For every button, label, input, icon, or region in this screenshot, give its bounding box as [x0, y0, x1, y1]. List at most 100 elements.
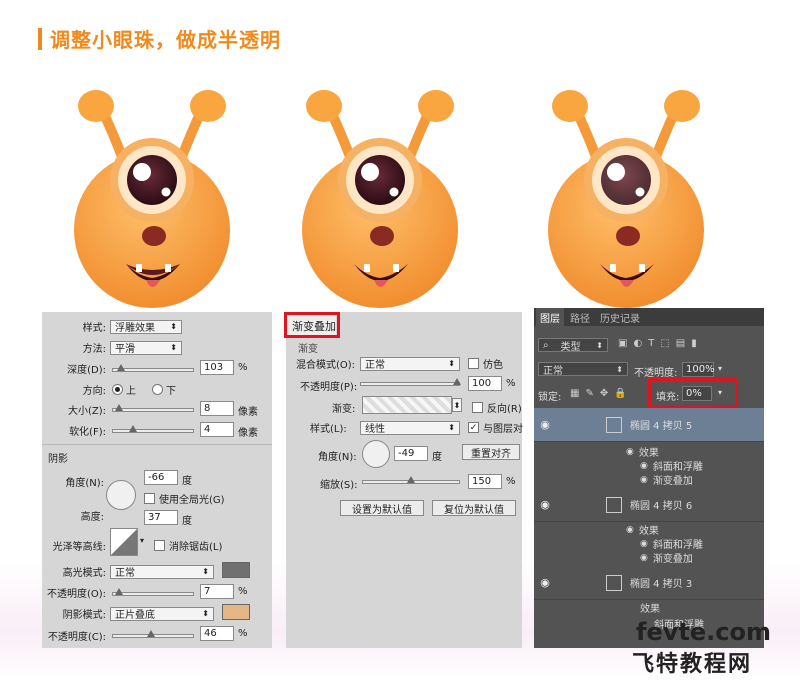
adjustment-filter-icon[interactable]: ◐: [633, 338, 642, 349]
gradient-angle-input[interactable]: -49: [394, 446, 428, 461]
soften-slider[interactable]: [112, 425, 194, 433]
filter-toggle-icon[interactable]: ▮: [691, 338, 697, 349]
direction-label: 方向:: [82, 386, 106, 397]
highlight-mode-label: 高光模式:: [62, 568, 106, 579]
gloss-contour-picker[interactable]: [110, 528, 138, 556]
layer-name: 椭圆 4 拷贝 3: [630, 579, 693, 590]
shadow-mode-select[interactable]: 正片叠底 ⬍: [110, 606, 214, 621]
slider-thumb[interactable]: [147, 630, 155, 637]
layer-opacity-label: 不透明度:: [634, 368, 678, 379]
pixel-filter-icon[interactable]: ▣: [618, 338, 627, 349]
shadow-opacity-slider[interactable]: [112, 630, 194, 638]
depth-slider[interactable]: [112, 364, 194, 372]
type-filter-icon[interactable]: T: [648, 338, 654, 349]
shape-layer-thumbnail: [606, 496, 622, 513]
shadow-opacity-input[interactable]: 46: [200, 626, 234, 641]
slider-thumb[interactable]: [115, 588, 123, 595]
dither-checkbox[interactable]: [468, 358, 479, 369]
layer-blend-select[interactable]: 正常 ⬍: [538, 362, 628, 377]
direction-up-radio[interactable]: [112, 384, 123, 395]
lock-all-icon[interactable]: 🔒: [614, 388, 626, 399]
eye-icon[interactable]: ◉: [640, 475, 648, 485]
eye-icon[interactable]: ◉: [626, 447, 634, 457]
eye-icon[interactable]: ◉: [534, 418, 556, 431]
gradient-angle-dial[interactable]: [362, 440, 390, 468]
shadow-opacity-label: 不透明度(C):: [47, 632, 106, 643]
direction-down-radio[interactable]: [152, 384, 163, 395]
angle-dial[interactable]: [106, 480, 136, 510]
highlight-opacity-slider[interactable]: [112, 588, 194, 596]
opacity-input[interactable]: 100: [468, 376, 502, 391]
effect-row[interactable]: ◉ 渐变叠加: [640, 550, 693, 566]
opacity-slider[interactable]: [360, 378, 461, 386]
eye-icon[interactable]: ◉: [534, 498, 556, 511]
tab-history[interactable]: 历史记录: [596, 308, 644, 326]
chevron-down-icon[interactable]: ▾: [718, 364, 722, 373]
eye-icon[interactable]: ◉: [626, 525, 634, 535]
gradient-dropdown[interactable]: ⬍: [452, 398, 462, 412]
altitude-unit: 度: [182, 516, 192, 527]
depth-input[interactable]: 103: [200, 360, 234, 375]
highlight-opacity-unit: %: [238, 586, 248, 597]
effects-label: 效果: [638, 526, 659, 537]
altitude-input[interactable]: 37: [144, 510, 178, 525]
size-input[interactable]: 8: [200, 401, 234, 416]
layer-opacity-input[interactable]: 100%: [682, 362, 715, 377]
layer-row[interactable]: ◉ 椭圆 4 拷贝 5: [534, 408, 764, 442]
scale-slider[interactable]: [362, 476, 460, 484]
layer-row[interactable]: ◉ 椭圆 4 拷贝 6: [534, 488, 764, 522]
highlight-color-swatch[interactable]: [222, 562, 250, 578]
scale-input[interactable]: 150: [468, 474, 502, 489]
effects-row[interactable]: ◉ 效果: [626, 444, 659, 460]
eye-icon[interactable]: ◉: [534, 576, 556, 589]
highlight-mode-select[interactable]: 正常 ⬍: [110, 564, 214, 579]
set-default-button[interactable]: 设置为默认值: [340, 500, 424, 516]
highlight-opacity-input[interactable]: 7: [200, 584, 234, 599]
lock-transparent-icon[interactable]: ▦: [570, 388, 579, 399]
lock-position-icon[interactable]: ✥: [600, 388, 608, 399]
reverse-checkbox[interactable]: [472, 402, 483, 413]
gradient-preview[interactable]: [362, 396, 452, 414]
method-select[interactable]: 平滑 ⬍: [110, 340, 182, 355]
global-light-checkbox[interactable]: [144, 493, 155, 504]
slider-thumb[interactable]: [129, 425, 137, 432]
chevron-down-icon[interactable]: ▾: [140, 536, 144, 545]
watermark-url: fevte.com: [636, 618, 771, 646]
effect-row[interactable]: ◉ 斜面和浮雕: [640, 536, 703, 552]
shape-filter-icon[interactable]: ⬚: [660, 338, 669, 349]
soften-unit: 像素: [238, 428, 258, 439]
reset-default-button[interactable]: 复位为默认值: [432, 500, 516, 516]
layer-filter-select[interactable]: ⌕ 类型 ⬍: [538, 338, 608, 353]
gradient-style-select[interactable]: 线性 ⬍: [360, 420, 460, 435]
eye-icon[interactable]: ◉: [640, 461, 648, 471]
antialias-checkbox[interactable]: [154, 540, 165, 551]
slider-thumb[interactable]: [407, 476, 415, 483]
eye-icon[interactable]: ◉: [640, 539, 648, 549]
effect-row[interactable]: ◉ 渐变叠加: [640, 472, 693, 488]
eye-icon[interactable]: ◉: [640, 553, 648, 563]
slider-thumb[interactable]: [117, 364, 125, 371]
tab-paths[interactable]: 路径: [566, 308, 594, 326]
angle-input[interactable]: -66: [144, 470, 178, 485]
section-header: 调整小眼珠，做成半透明: [38, 24, 281, 53]
style-select[interactable]: 浮雕效果 ⬍: [110, 319, 182, 334]
soften-input[interactable]: 4: [200, 422, 234, 437]
reset-align-button[interactable]: 重置对齐: [462, 444, 520, 460]
smart-object-filter-icon[interactable]: ▤: [676, 338, 685, 349]
align-with-layer-checkbox[interactable]: ✓: [468, 422, 479, 433]
shadow-color-swatch[interactable]: [222, 604, 250, 620]
effects-row[interactable]: 效果: [640, 600, 660, 615]
blend-mode-select[interactable]: 正常 ⬍: [360, 356, 460, 371]
lock-image-icon[interactable]: ✎: [585, 388, 593, 399]
slider-thumb[interactable]: [115, 404, 123, 411]
tab-layers[interactable]: 图层: [536, 308, 564, 326]
shape-layer-thumbnail: [606, 416, 622, 433]
direction-down-label: 下: [166, 386, 176, 397]
method-label: 方法:: [82, 344, 106, 355]
layer-row[interactable]: ◉ 椭圆 4 拷贝 3: [534, 566, 764, 600]
slider-thumb[interactable]: [453, 378, 461, 385]
effect-row[interactable]: ◉ 斜面和浮雕: [640, 458, 703, 474]
size-slider[interactable]: [112, 404, 194, 412]
global-light-label: 使用全局光(G): [159, 495, 225, 506]
effects-row[interactable]: ◉ 效果: [626, 522, 659, 538]
